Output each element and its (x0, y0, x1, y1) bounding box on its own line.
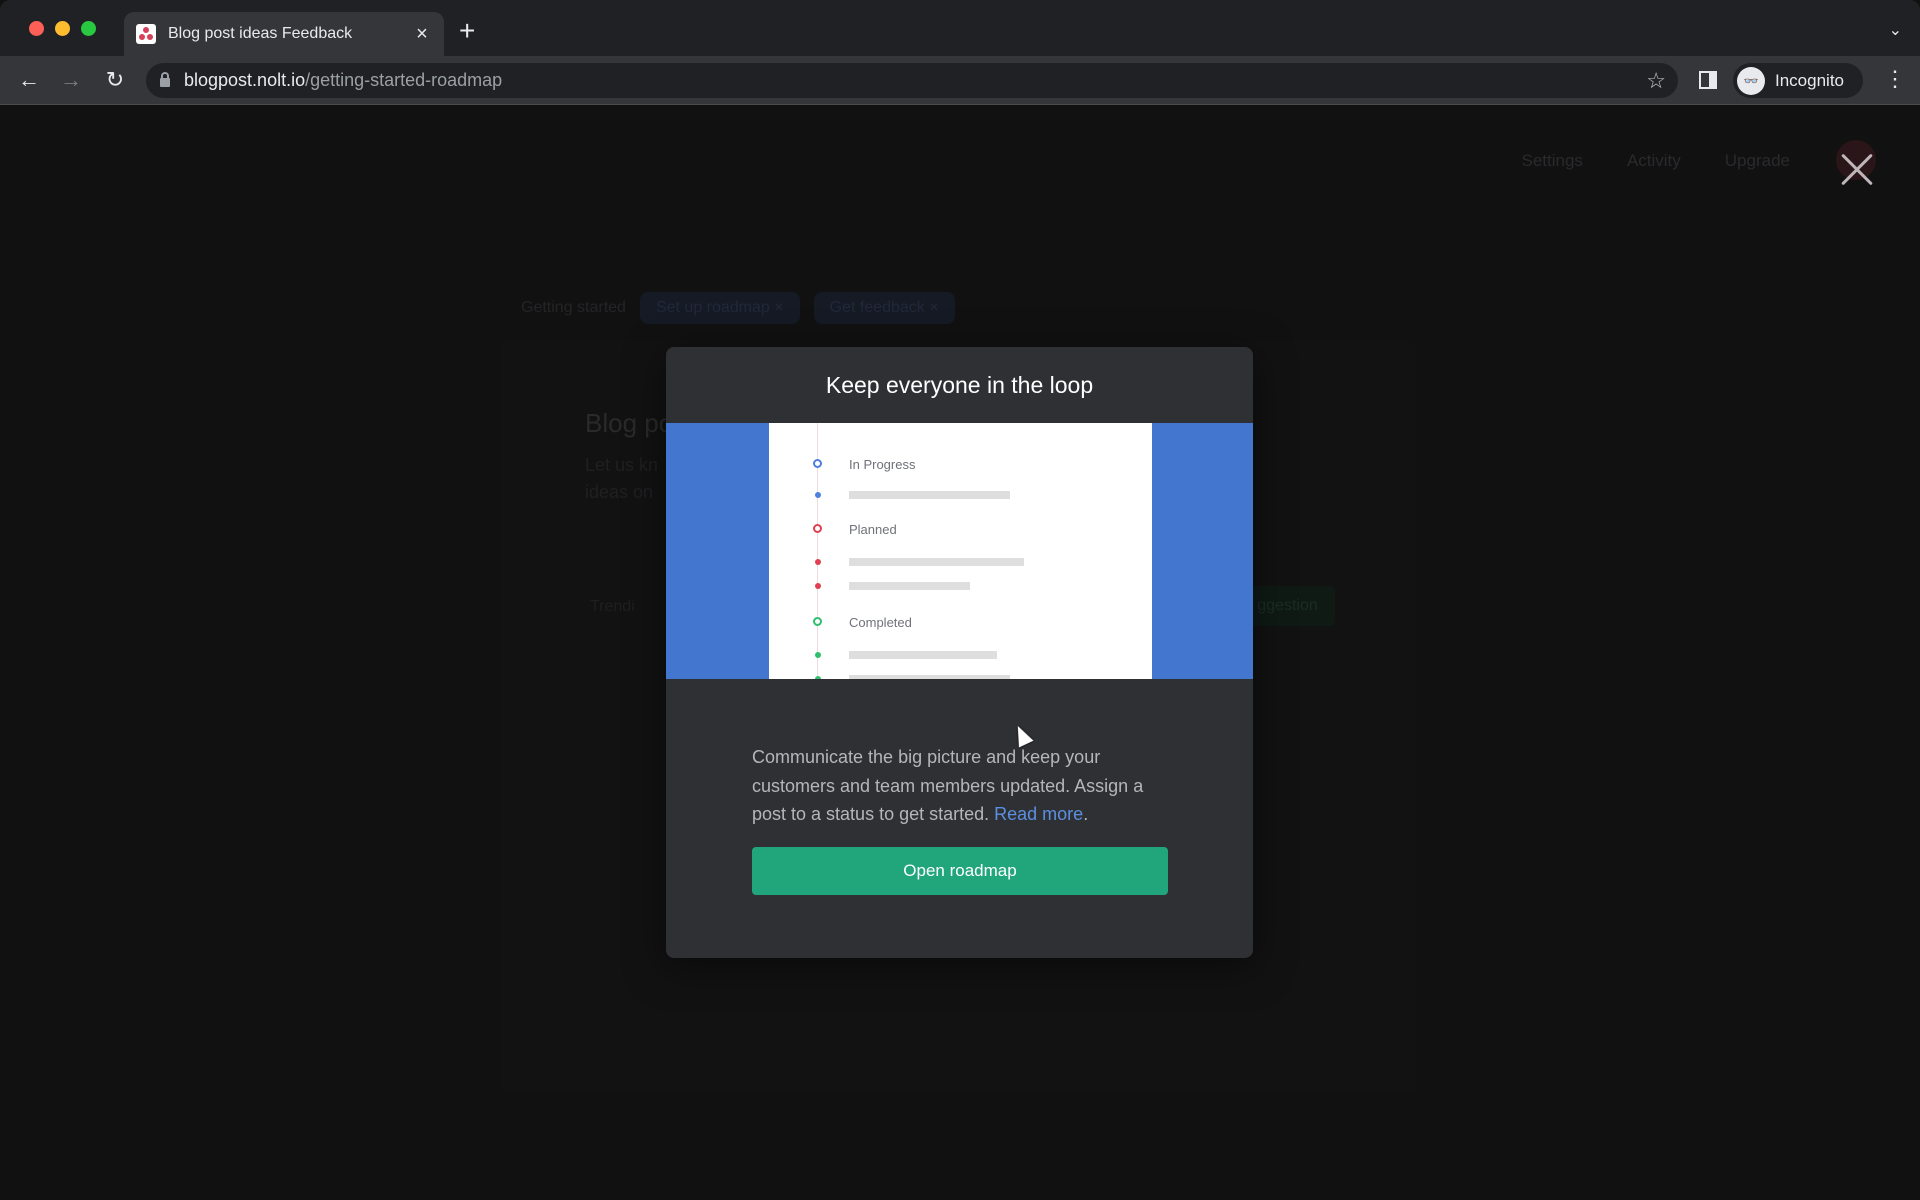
new-suggestion-button[interactable]: ggestion (1240, 586, 1335, 626)
browser-window: Blog post ideas Feedback × + ⌄ ← → ↻ blo… (0, 0, 1920, 1200)
browser-menu-icon[interactable]: ⋮ (1884, 68, 1906, 90)
preview-label-planned: Planned (849, 522, 897, 537)
forward-button[interactable]: → (57, 66, 85, 94)
nolt-logo-icon (136, 24, 156, 44)
tab-search-chevron-icon[interactable]: ⌄ (1889, 20, 1902, 40)
preview-label-in-progress: In Progress (849, 457, 916, 472)
tab-strip: Blog post ideas Feedback × + ⌄ (0, 0, 1920, 56)
placeholder-bar (849, 582, 970, 590)
in-progress-dot-icon (815, 492, 821, 498)
getting-started-bar: Getting started Set up roadmap × Get fee… (521, 292, 955, 324)
url-path: /getting-started-roadmap (305, 70, 503, 90)
open-roadmap-button[interactable]: Open roadmap (752, 847, 1168, 895)
board-title: Blog po (585, 408, 674, 438)
reload-button[interactable]: ↻ (101, 66, 129, 94)
maximize-window-button[interactable] (81, 21, 96, 36)
minimize-window-button[interactable] (55, 21, 70, 36)
completed-dot-icon (815, 676, 821, 679)
in-progress-ring-icon (813, 459, 822, 468)
side-panel-icon[interactable] (1699, 71, 1717, 89)
placeholder-bar (849, 491, 1010, 499)
close-window-button[interactable] (29, 21, 44, 36)
planned-dot-icon (815, 559, 821, 565)
trending-filter[interactable]: Trendi (590, 598, 635, 616)
bookmark-star-icon[interactable]: ☆ (1646, 68, 1666, 94)
planned-dot-icon (815, 583, 821, 589)
placeholder-bar (849, 558, 1024, 566)
address-bar[interactable]: blogpost.nolt.io /getting-started-roadma… (146, 63, 1678, 98)
incognito-icon: 👓 (1737, 66, 1765, 95)
modal-title: Keep everyone in the loop (825, 372, 1094, 398)
url-host: blogpost.nolt.io (184, 70, 306, 90)
modal-description: Communicate the big picture and keep you… (752, 743, 1172, 829)
roadmap-preview: In Progress Planned Completed (769, 423, 1152, 679)
nav-upgrade[interactable]: Upgrade (1725, 151, 1790, 171)
roadmap-modal: Keep everyone in the loop In Progress Pl… (666, 347, 1253, 958)
nav-settings[interactable]: Settings (1522, 151, 1583, 171)
incognito-profile-button[interactable]: 👓 Incognito (1733, 63, 1863, 98)
tab-title: Blog post ideas Feedback (168, 25, 353, 42)
getting-started-label: Getting started (521, 299, 626, 316)
modal-body-suffix: . (1083, 804, 1089, 824)
completed-ring-icon (813, 617, 822, 626)
roadmap-illustration: In Progress Planned Completed (666, 423, 1253, 679)
new-tab-button[interactable]: + (459, 17, 475, 45)
placeholder-bar (849, 651, 997, 659)
close-tab-icon[interactable]: × (412, 24, 432, 44)
chip-get-feedback[interactable]: Get feedback × (813, 292, 955, 324)
planned-ring-icon (813, 524, 822, 533)
close-modal-icon[interactable] (1838, 152, 1874, 188)
incognito-label: Incognito (1775, 70, 1844, 90)
read-more-link[interactable]: Read more (994, 804, 1083, 824)
lock-icon[interactable] (160, 72, 170, 87)
top-nav: Settings Activity Upgrade (1522, 151, 1791, 171)
placeholder-bar (849, 675, 1010, 679)
back-button[interactable]: ← (15, 66, 43, 94)
browser-tab[interactable]: Blog post ideas Feedback × (124, 12, 444, 56)
browser-toolbar: ← → ↻ blogpost.nolt.io /getting-started-… (0, 56, 1920, 105)
nav-activity[interactable]: Activity (1627, 151, 1681, 171)
preview-label-completed: Completed (849, 615, 912, 630)
chip-set-up-roadmap[interactable]: Set up roadmap × (639, 292, 800, 324)
completed-dot-icon (815, 652, 821, 658)
